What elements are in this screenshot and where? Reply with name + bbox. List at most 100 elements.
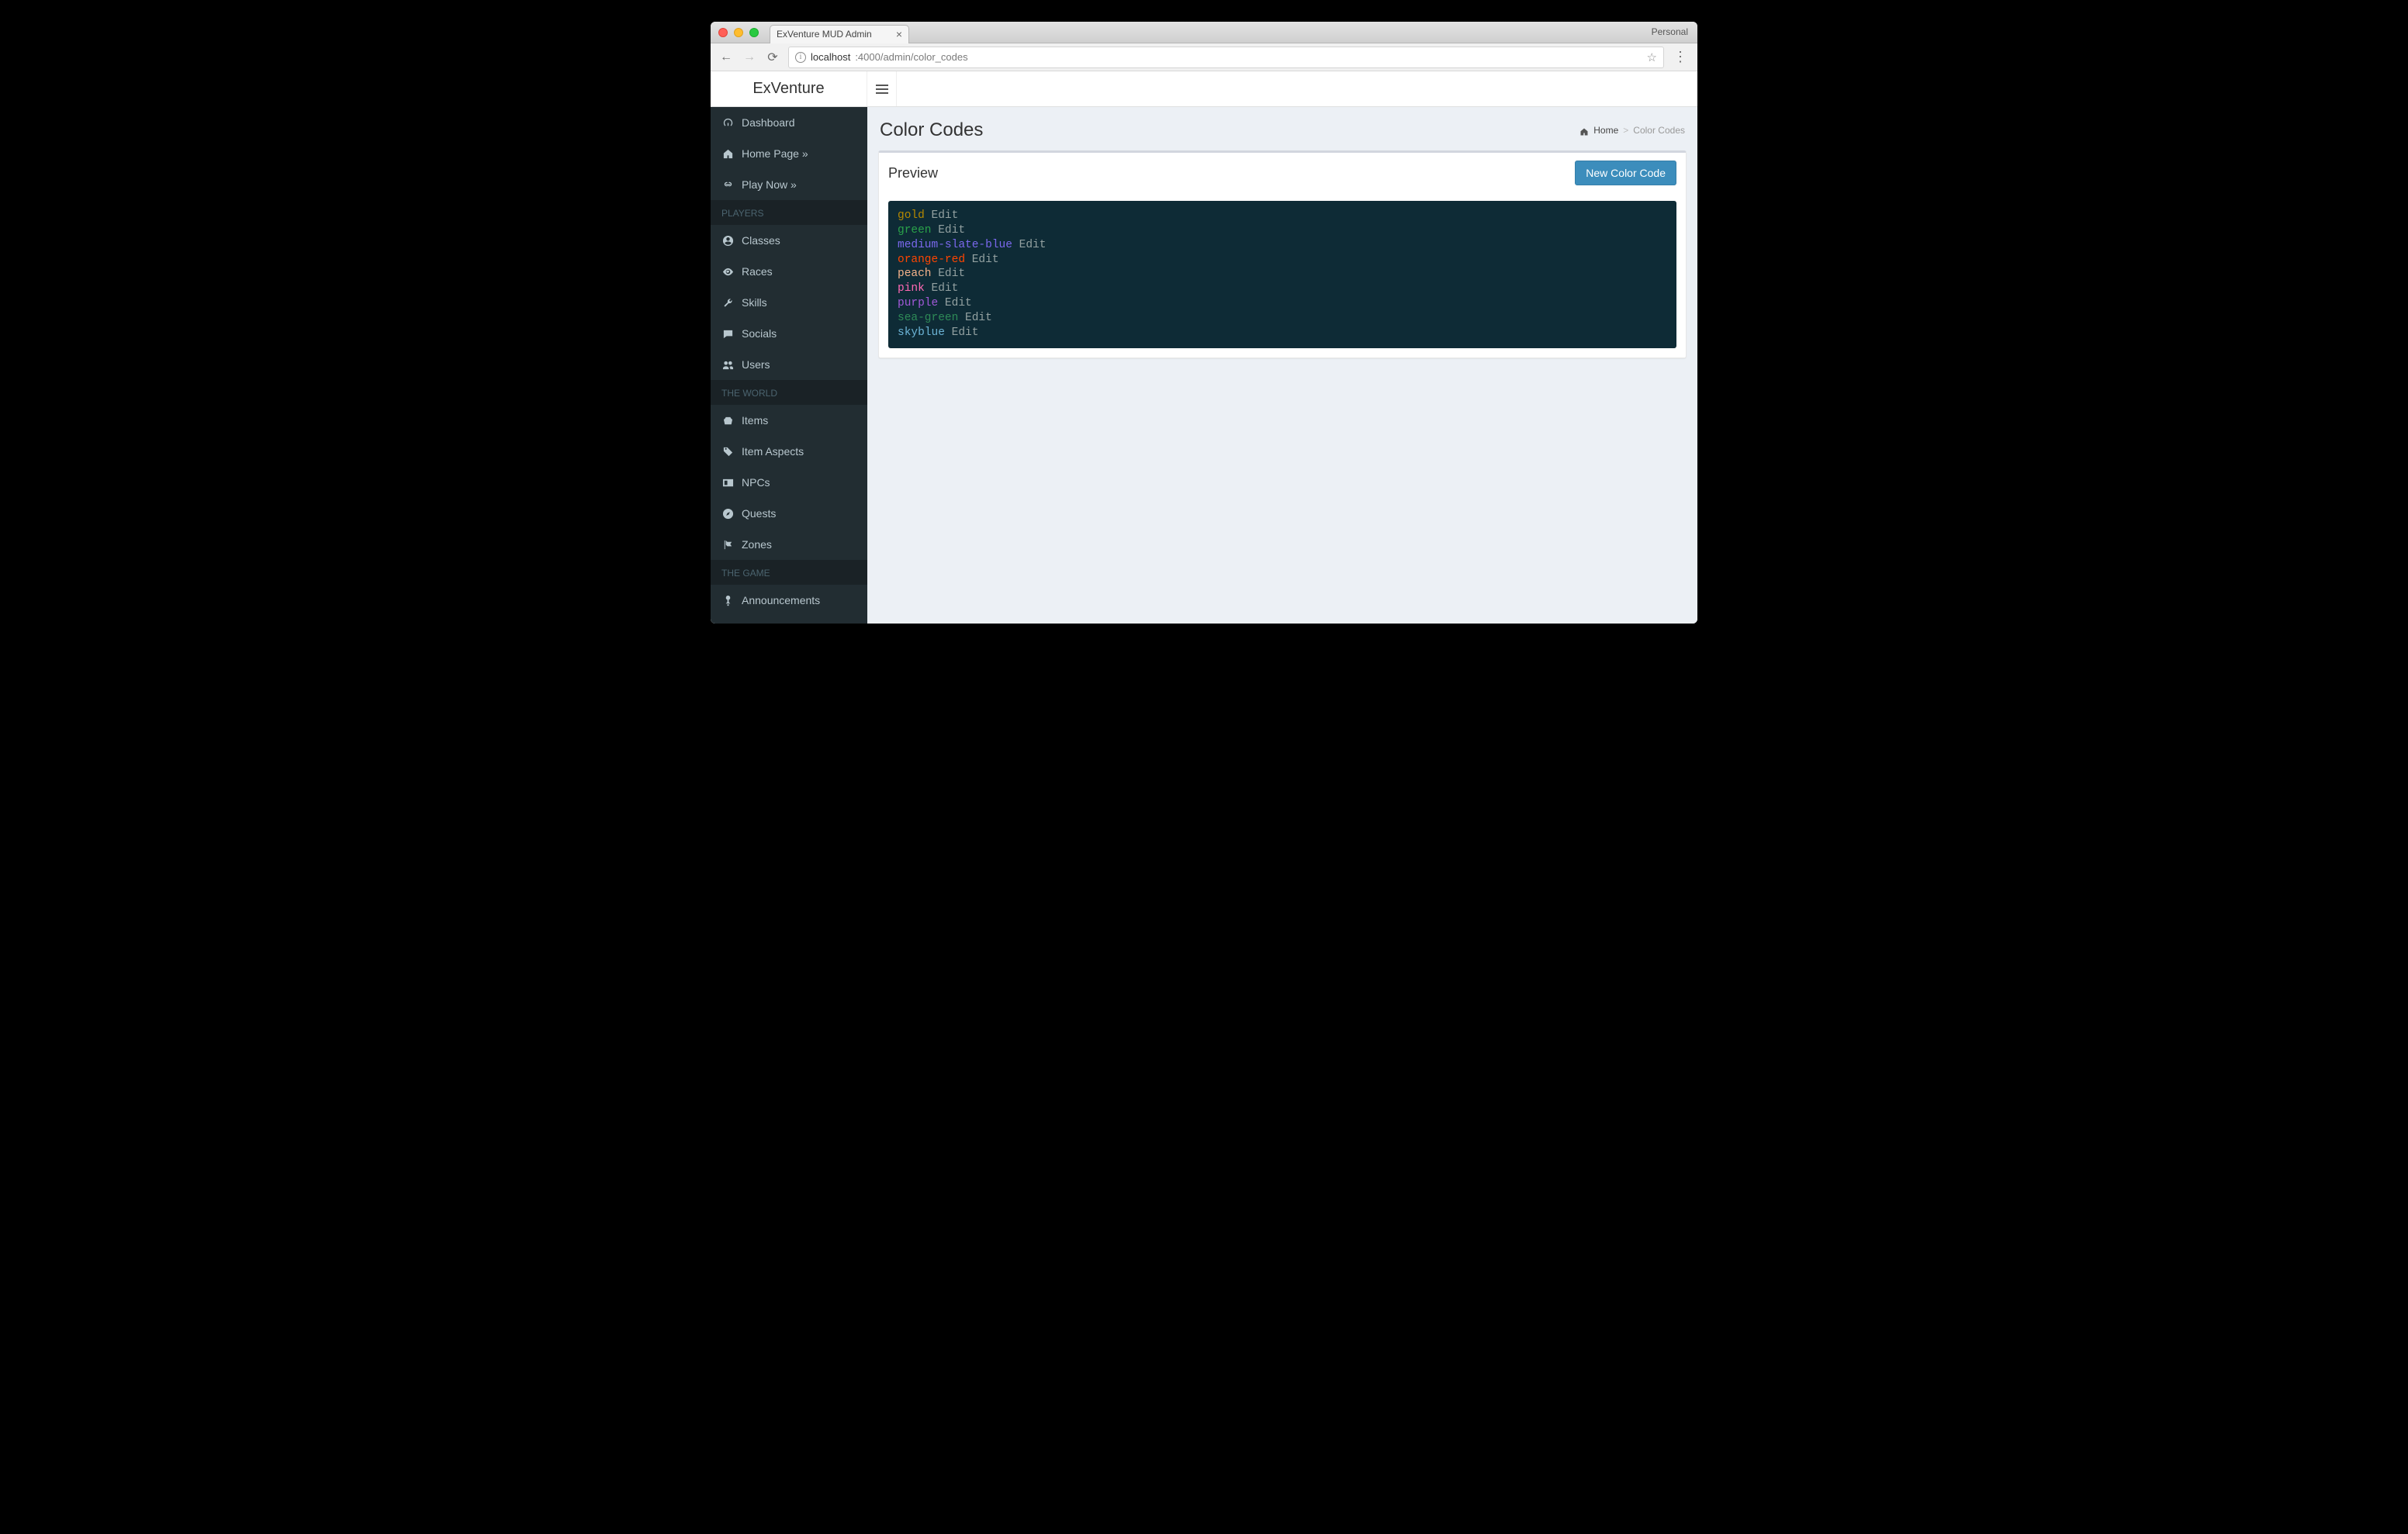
tag-icon — [721, 445, 734, 458]
app-topbar: ExVenture — [711, 71, 1697, 107]
compass-icon — [721, 507, 734, 520]
window-close-button[interactable] — [718, 28, 728, 37]
breadcrumb-home-link[interactable]: Home — [1593, 125, 1618, 136]
sidebar-item-users[interactable]: Users — [711, 349, 867, 380]
link-icon — [721, 178, 734, 191]
browser-toolbar: ← → ⟳ i localhost :4000/admin/color_codes… — [711, 43, 1697, 71]
nav-back-icon[interactable]: ← — [718, 50, 734, 64]
color-code-edit-link[interactable]: Edit — [945, 297, 972, 309]
sidebar-item-label: Items — [742, 414, 768, 427]
window-zoom-button[interactable] — [749, 28, 759, 37]
home-icon — [721, 147, 734, 160]
color-code-edit-link[interactable]: Edit — [932, 282, 959, 295]
browser-tab-title: ExVenture MUD Admin — [777, 29, 891, 40]
url-host: localhost — [811, 51, 850, 63]
color-code-edit-link[interactable]: Edit — [972, 254, 999, 266]
color-code-name: green — [898, 224, 932, 237]
panel-title: Preview — [888, 165, 938, 181]
wrench-icon — [721, 296, 734, 309]
sidebar-item-home-page[interactable]: Home Page » — [711, 138, 867, 169]
color-code-line: pink Edit — [898, 282, 1667, 296]
sidebar-item-quests[interactable]: Quests — [711, 498, 867, 529]
browser-tab[interactable]: ExVenture MUD Admin × — [770, 25, 909, 43]
sidebar-item-label: NPCs — [742, 476, 770, 489]
color-preview-box: gold Editgreen Editmedium-slate-blue Edi… — [888, 201, 1676, 348]
color-code-name: pink — [898, 282, 925, 295]
color-code-line: peach Edit — [898, 267, 1667, 282]
color-code-edit-link[interactable]: Edit — [952, 326, 979, 339]
nav-reload-icon[interactable]: ⟳ — [765, 50, 780, 65]
sidebar: DashboardHome Page »Play Now »PLAYERSCla… — [711, 107, 867, 624]
sidebar-item-skills[interactable]: Skills — [711, 287, 867, 318]
panel-body: gold Editgreen Editmedium-slate-blue Edi… — [879, 193, 1686, 358]
content: Color Codes Home > Color Codes Preview N… — [867, 107, 1697, 624]
sidebar-item-socials[interactable]: Socials — [711, 318, 867, 349]
breadcrumb-current: Color Codes — [1633, 125, 1685, 136]
color-code-edit-link[interactable]: Edit — [938, 268, 965, 280]
color-code-name: medium-slate-blue — [898, 239, 1012, 251]
sidebar-item-label: Item Aspects — [742, 445, 804, 458]
color-code-name: purple — [898, 297, 938, 309]
tab-close-icon[interactable]: × — [896, 28, 902, 40]
color-code-edit-link[interactable]: Edit — [1019, 239, 1047, 251]
sidebar-header: THE WORLD — [711, 380, 867, 405]
color-code-name: orange-red — [898, 254, 965, 266]
app-root: ExVenture Dashboard Home Page » Play Now »… — [711, 71, 1697, 624]
sidebar-item-label: Dashboard — [742, 116, 795, 129]
color-code-name: skyblue — [898, 326, 945, 339]
panel-header: Preview New Color Code — [879, 153, 1686, 193]
sidebar-item-label: Home Page » — [742, 147, 808, 160]
sidebar-item-classes[interactable]: Classes — [711, 225, 867, 256]
comment-icon — [721, 327, 734, 340]
brand-logo[interactable]: ExVenture — [711, 71, 867, 106]
sidebar-item-bugs[interactable]: Bugs — [711, 616, 867, 624]
sidebar-item-zones[interactable]: Zones — [711, 529, 867, 560]
sidebar-item-item-aspects[interactable]: Item Aspects — [711, 436, 867, 467]
preview-panel: Preview New Color Code gold Editgreen Ed… — [878, 150, 1687, 358]
color-code-line: purple Edit — [898, 296, 1667, 311]
sidebar-item-races[interactable]: Races — [711, 256, 867, 287]
color-code-edit-link[interactable]: Edit — [932, 209, 959, 222]
sidebar-header: THE GAME — [711, 560, 867, 585]
url-path: :4000/admin/color_codes — [855, 51, 967, 63]
breadcrumb: Home > Color Codes — [1579, 125, 1685, 136]
sidebar-item-npcs[interactable]: NPCs — [711, 467, 867, 498]
sidebar-item-label: Zones — [742, 538, 772, 551]
color-code-edit-link[interactable]: Edit — [938, 224, 965, 237]
color-code-name: peach — [898, 268, 932, 280]
sidebar-item-label: Socials — [742, 327, 777, 340]
color-code-line: gold Edit — [898, 209, 1667, 223]
nav-forward-icon: → — [742, 50, 757, 64]
color-code-edit-link[interactable]: Edit — [965, 312, 992, 324]
sidebar-item-label: Announcements — [742, 594, 820, 606]
page-title: Color Codes — [880, 119, 983, 141]
sidebar-item-announcements[interactable]: Announcements — [711, 585, 867, 616]
sidebar-item-play-now[interactable]: Play Now » — [711, 169, 867, 200]
profile-label[interactable]: Personal — [1652, 26, 1688, 37]
browser-menu-icon[interactable]: ⋮ — [1672, 49, 1690, 65]
color-code-line: green Edit — [898, 223, 1667, 238]
browser-window: ExVenture MUD Admin × Personal ← → ⟳ i l… — [711, 22, 1697, 624]
window-titlebar: ExVenture MUD Admin × Personal — [711, 22, 1697, 43]
color-code-line: medium-slate-blue Edit — [898, 238, 1667, 253]
window-minimize-button[interactable] — [734, 28, 743, 37]
bookmark-star-icon[interactable]: ☆ — [1647, 50, 1657, 64]
sidebar-item-items[interactable]: Items — [711, 405, 867, 436]
sidebar-item-label: Quests — [742, 507, 776, 520]
color-code-line: skyblue Edit — [898, 326, 1667, 340]
site-info-icon[interactable]: i — [795, 52, 806, 63]
sidebar-item-label: Skills — [742, 296, 767, 309]
users-icon — [721, 358, 734, 371]
breadcrumb-home-icon — [1579, 126, 1589, 135]
app-body: DashboardHome Page »Play Now »PLAYERSCla… — [711, 107, 1697, 624]
eye-icon — [721, 265, 734, 278]
basket-icon — [721, 414, 734, 427]
id-card-icon — [721, 476, 734, 489]
sidebar-item-dashboard[interactable]: Dashboard — [711, 107, 867, 138]
color-code-name: sea-green — [898, 312, 958, 324]
sidebar-toggle-button[interactable] — [867, 71, 897, 106]
breadcrumb-separator: > — [1623, 125, 1628, 136]
pin-icon — [721, 594, 734, 606]
address-bar[interactable]: i localhost :4000/admin/color_codes ☆ — [788, 47, 1664, 68]
new-color-code-button[interactable]: New Color Code — [1575, 161, 1676, 185]
